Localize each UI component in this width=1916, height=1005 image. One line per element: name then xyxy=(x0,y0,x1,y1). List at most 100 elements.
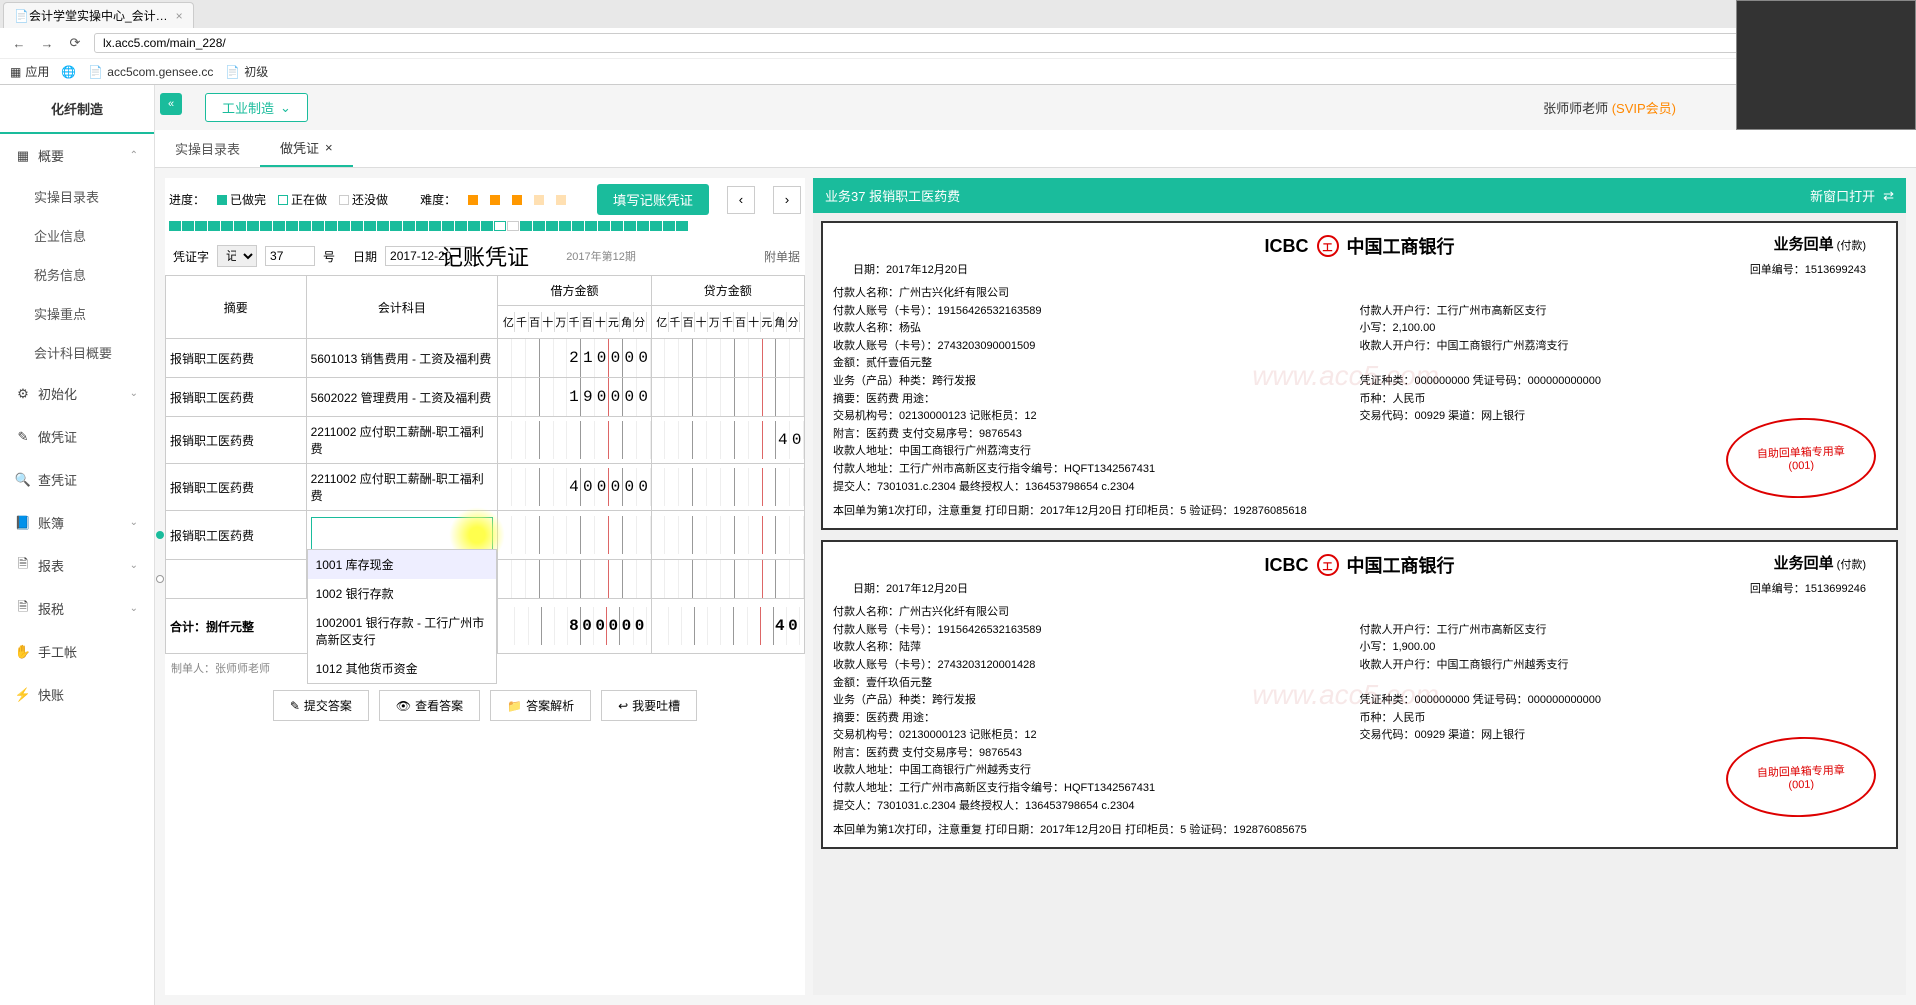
legend-todo: 还没做 xyxy=(339,191,388,208)
gear-icon: ⚙ xyxy=(16,387,30,401)
sidebar-sub-qiyexinxi[interactable]: 企业信息 xyxy=(0,216,154,255)
fill-voucher-button[interactable]: 填写记账凭证 xyxy=(597,184,709,215)
summary-cell[interactable]: 报销职工医药费 xyxy=(166,378,307,417)
report-icon: 🗎 xyxy=(16,559,30,573)
debit-cell[interactable]: 190000 xyxy=(498,378,651,417)
browser-chrome: 📄 会计学堂实操中心_会计… × ← → ⟳ lx.acc5.com/main_… xyxy=(0,0,1916,85)
sidebar-item-baobiao[interactable]: 🗎报表⌄ xyxy=(0,544,154,587)
tab-title: 会计学堂实操中心_会计… xyxy=(29,7,168,24)
legend-done: 已做完 xyxy=(217,191,266,208)
subject-cell[interactable]: 1001 库存现金1002 银行存款1002001 银行存款 - 工行广州市高新… xyxy=(306,511,498,560)
bookmark-item[interactable]: 🌐 xyxy=(61,65,76,79)
prev-button[interactable]: ‹ xyxy=(727,186,755,214)
industry-dropdown[interactable]: 工业制造⌄ xyxy=(205,93,308,122)
forward-icon[interactable]: → xyxy=(38,34,56,52)
receipts-scroll[interactable]: www.acc5.com ICBC 工 中国工商银行 业务回单 (付款) 日期：… xyxy=(813,213,1906,995)
summary-cell[interactable]: 报销职工医药费 xyxy=(166,417,307,464)
next-button[interactable]: › xyxy=(773,186,801,214)
digit-heads-debit: 亿千百十万千百十元角分 xyxy=(502,312,646,332)
credit-cell[interactable] xyxy=(651,378,804,417)
subject-cell[interactable]: 5601013 销售费用 - 工资及福利费 xyxy=(306,339,498,378)
credit-cell[interactable]: 40 xyxy=(651,417,804,464)
content: 进度： 已做完 正在做 还没做 难度： 填写记账凭证 ‹ › 凭证字 记 xyxy=(155,168,1916,1005)
open-new-window[interactable]: 新窗口打开 ⇄ xyxy=(1810,186,1894,205)
debit-cell[interactable]: 210000 xyxy=(498,339,651,378)
progress-cells[interactable] xyxy=(165,221,805,237)
subject-cell[interactable]: 2211002 应付职工薪酬-职工福利费 xyxy=(306,417,498,464)
summary-cell[interactable]: 报销职工医药费 xyxy=(166,464,307,511)
debit-cell[interactable] xyxy=(498,417,651,464)
voucher-type-select[interactable]: 记 xyxy=(217,245,257,267)
book-icon: 📘 xyxy=(16,516,30,530)
progress-row: 进度： 已做完 正在做 还没做 难度： 填写记账凭证 ‹ › xyxy=(165,178,805,221)
sidebar-item-gaiyao[interactable]: ▦概要⌃ xyxy=(0,134,154,177)
dropdown-item[interactable]: 1012 其他货币资金 xyxy=(308,654,497,683)
close-icon[interactable]: × xyxy=(325,140,333,155)
browser-tab[interactable]: 📄 会计学堂实操中心_会计… × xyxy=(3,2,194,28)
submit-button[interactable]: ✎ 提交答案 xyxy=(273,690,369,721)
chevron-up-icon: ⌃ xyxy=(130,150,138,161)
attach-label: 附单据 xyxy=(764,248,800,265)
explain-button[interactable]: 📁 答案解析 xyxy=(490,690,591,721)
credit-cell[interactable] xyxy=(651,339,804,378)
subject-cell[interactable]: 2211002 应付职工薪酬-职工福利费 xyxy=(306,464,498,511)
receipt-card: www.acc5.com ICBC 工 中国工商银行 业务回单 (付款) 日期：… xyxy=(821,221,1898,530)
url-input[interactable]: lx.acc5.com/main_228/ xyxy=(94,33,1906,53)
collapse-sidebar-button[interactable]: « xyxy=(160,93,182,115)
credit-cell[interactable] xyxy=(651,511,804,560)
bookmark-bar: ▦ 应用 🌐 📄 acc5com.gensee.cc 📄 初级 xyxy=(0,58,1916,84)
receipt-card: www.acc5.com ICBC 工 中国工商银行 业务回单 (付款) 日期：… xyxy=(821,540,1898,849)
close-icon[interactable]: × xyxy=(176,9,183,23)
sidebar-item-zuopingzheng[interactable]: ✎做凭证 xyxy=(0,415,154,458)
edit-icon: ✎ xyxy=(16,430,30,444)
debit-cell[interactable]: 400000 xyxy=(498,464,651,511)
sidebar-sub-shicaomulu[interactable]: 实操目录表 xyxy=(0,177,154,216)
dropdown-item[interactable]: 1002001 银行存款 - 工行广州市高新区支行 xyxy=(308,608,497,654)
browser-tab-bar: 📄 会计学堂实操中心_会计… × xyxy=(0,0,1916,28)
subject-dropdown[interactable]: 1001 库存现金1002 银行存款1002001 银行存款 - 工行广州市高新… xyxy=(307,549,498,684)
bookmark-item[interactable]: 📄 初级 xyxy=(225,63,268,80)
sidebar-item-kuaizhang[interactable]: ⚡快账 xyxy=(0,673,154,716)
dropdown-item[interactable]: 1001 库存现金 xyxy=(308,550,497,579)
fast-icon: ⚡ xyxy=(16,688,30,702)
back-icon[interactable]: ← xyxy=(10,34,28,52)
tab-shicaomulu[interactable]: 实操目录表 xyxy=(155,130,260,167)
reload-icon[interactable]: ⟳ xyxy=(66,34,84,52)
sidebar-sub-shuiwu[interactable]: 税务信息 xyxy=(0,255,154,294)
sidebar-item-zhangbu[interactable]: 📘账簿⌄ xyxy=(0,501,154,544)
sidebar-item-baoshui[interactable]: 🗎报税⌄ xyxy=(0,587,154,630)
sidebar-sub-zhongdian[interactable]: 实操重点 xyxy=(0,294,154,333)
progress-label: 进度： xyxy=(169,191,205,208)
receipt-header: 业务37 报销职工医药费 新窗口打开 ⇄ xyxy=(813,178,1906,213)
sidebar-item-chapingzheng[interactable]: 🔍查凭证 xyxy=(0,458,154,501)
apps-icon[interactable]: ▦ 应用 xyxy=(10,63,49,80)
chevron-down-icon: ⌄ xyxy=(280,100,291,116)
bookmark-item[interactable]: 📄 acc5com.gensee.cc xyxy=(88,65,213,79)
chevron-down-icon: ⌄ xyxy=(130,517,138,528)
summary-cell[interactable]: 报销职工医药费 xyxy=(166,339,307,378)
top-bar: 工业制造⌄ 张师师老师 (SVIP会员) xyxy=(155,85,1916,130)
sidebar-sub-kemu[interactable]: 会计科目概要 xyxy=(0,333,154,372)
video-pip[interactable] xyxy=(1736,0,1916,130)
button-row: ✎ 提交答案 👁 查看答案 📁 答案解析 ↩ 我要吐槽 xyxy=(165,682,805,729)
tab-zuopingzheng[interactable]: 做凭证× xyxy=(260,130,353,167)
summary-cell[interactable]: 报销职工医药费 xyxy=(166,511,307,560)
feedback-button[interactable]: ↩ 我要吐槽 xyxy=(601,690,697,721)
subject-input[interactable] xyxy=(311,517,494,553)
debit-cell[interactable] xyxy=(498,511,651,560)
voucher-head: 凭证字 记 号 日期 记账凭证 2017年第12期 附单据 xyxy=(165,237,805,275)
difficulty-label: 难度： xyxy=(420,191,456,208)
subject-cell[interactable]: 5602022 管理费用 - 工资及福利费 xyxy=(306,378,498,417)
dropdown-item[interactable]: 1002 银行存款 xyxy=(308,579,497,608)
voucher-period: 2017年第12期 xyxy=(566,248,636,264)
bank-title: ICBC 工 中国工商银行 xyxy=(833,233,1886,259)
col-credit: 贷方金额 xyxy=(651,276,804,306)
sidebar-item-chushihua[interactable]: ⚙初始化⌄ xyxy=(0,372,154,415)
main: 工业制造⌄ 张师师老师 (SVIP会员) 实操目录表 做凭证× 进度： 已做完 … xyxy=(155,85,1916,1005)
voucher-number-input[interactable] xyxy=(265,246,315,266)
voucher-title: 记账凭证 xyxy=(441,240,529,272)
col-summary: 摘要 xyxy=(166,276,307,339)
sidebar-item-shougong[interactable]: ✋手工帐 xyxy=(0,630,154,673)
credit-cell[interactable] xyxy=(651,464,804,511)
view-answer-button[interactable]: 👁 查看答案 xyxy=(379,690,480,721)
